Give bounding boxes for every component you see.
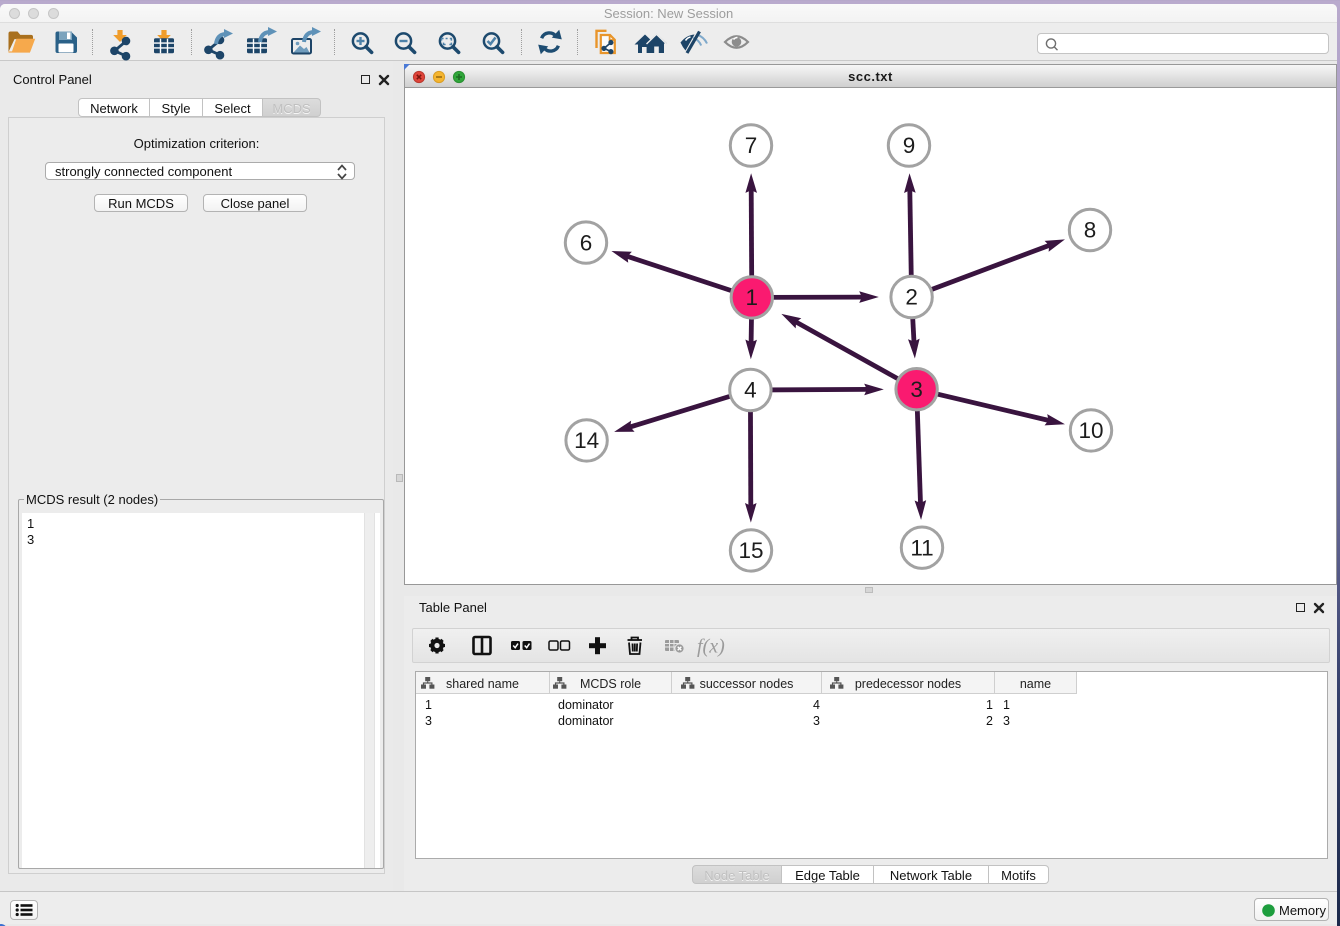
svg-text:6: 6 <box>580 230 593 255</box>
svg-text:2: 2 <box>905 285 918 310</box>
svg-text:8: 8 <box>1084 218 1097 243</box>
svg-text:1: 1 <box>746 285 759 310</box>
svg-text:10: 10 <box>1078 418 1103 443</box>
svg-text:9: 9 <box>903 133 916 158</box>
svg-text:15: 15 <box>738 538 763 563</box>
svg-text:11: 11 <box>910 535 933 560</box>
svg-text:4: 4 <box>744 378 757 403</box>
svg-text:14: 14 <box>574 428 599 453</box>
svg-text:7: 7 <box>745 133 758 158</box>
svg-text:3: 3 <box>910 377 923 402</box>
svg-text:f(x): f(x) <box>697 636 725 658</box>
